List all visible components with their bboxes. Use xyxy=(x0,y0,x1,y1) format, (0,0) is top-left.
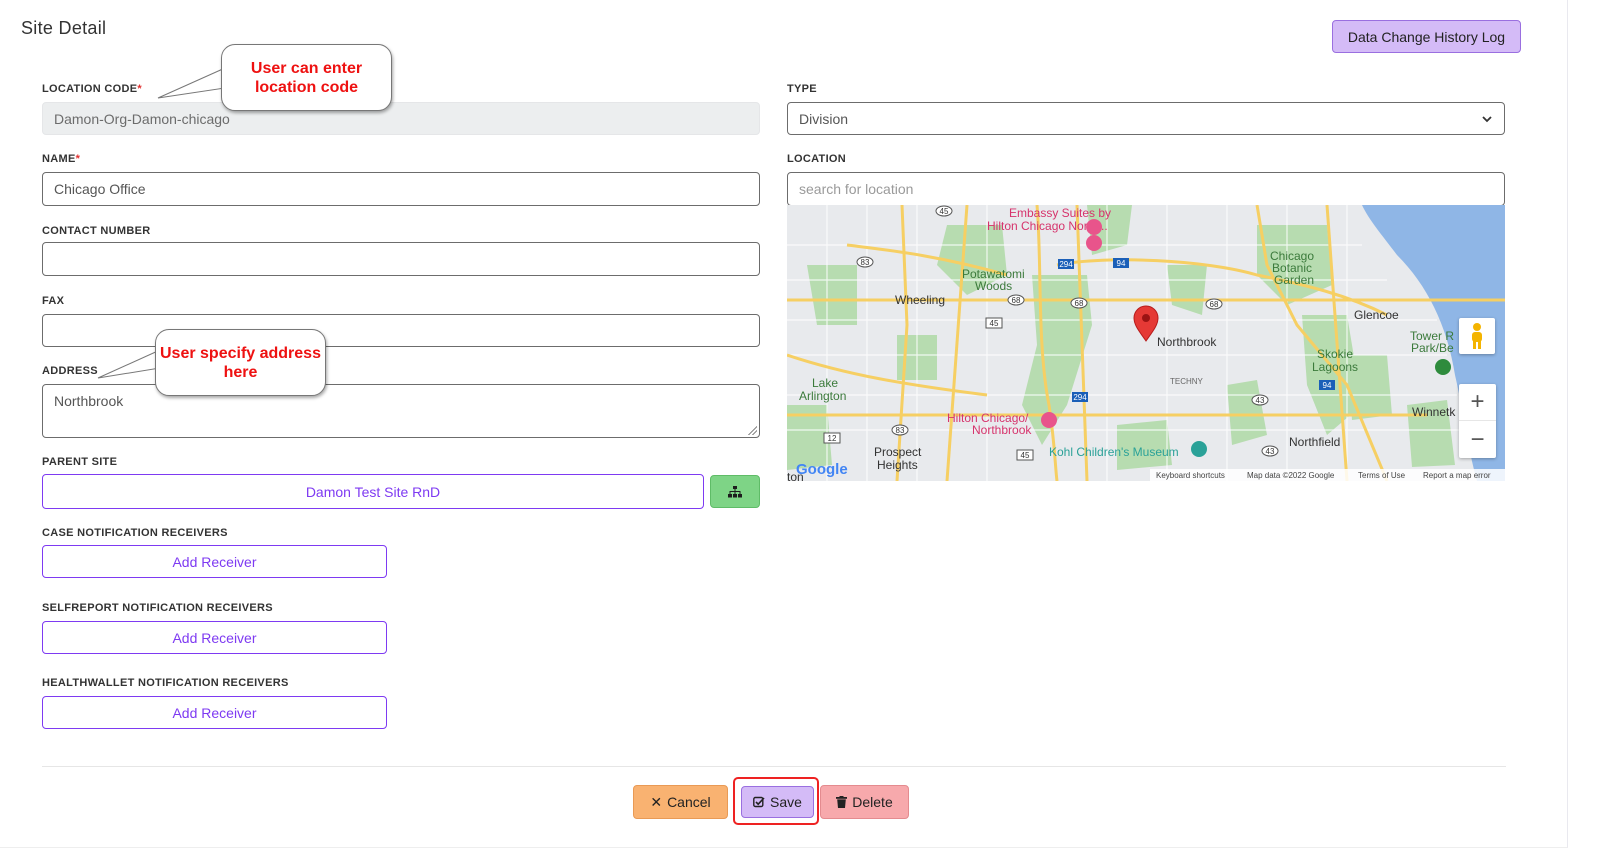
delete-label: Delete xyxy=(852,794,893,810)
map-pin-icon[interactable] xyxy=(1133,305,1159,342)
location-code-callout: User can enter location code xyxy=(221,44,392,111)
map-label: Heights xyxy=(877,458,918,472)
zoom-control: + − xyxy=(1459,384,1496,458)
name-label-text: NAME xyxy=(42,153,76,165)
healthwallet-receivers-label: HEALTHWALLET NOTIFICATION RECEIVERS xyxy=(42,677,289,689)
route-shield: 43 xyxy=(1256,396,1265,405)
type-selected-value: Division xyxy=(799,110,849,127)
x-icon: ✕ xyxy=(650,793,663,810)
map-label: Kohl Children's Museum xyxy=(1049,445,1179,459)
page-title: Site Detail xyxy=(21,18,107,38)
name-value: Chicago Office xyxy=(54,181,146,197)
route-shield: 68 xyxy=(1075,299,1084,308)
terms-of-use-link[interactable]: Terms of Use xyxy=(1358,471,1406,480)
check-square-icon xyxy=(753,796,765,808)
contact-number-label: CONTACT NUMBER xyxy=(42,225,151,237)
google-logo: Google xyxy=(796,461,848,478)
parent-site-tree-button[interactable] xyxy=(710,475,760,508)
cancel-label: Cancel xyxy=(667,794,711,810)
selfreport-add-receiver-button[interactable]: Add Receiver xyxy=(42,621,387,654)
museum-pin-icon xyxy=(1191,441,1207,457)
report-map-error-link[interactable]: Report a map error xyxy=(1423,471,1491,480)
route-shield: 43 xyxy=(1266,447,1275,456)
type-label: TYPE xyxy=(787,83,817,95)
map-label: Lagoons xyxy=(1312,360,1358,374)
map-label: Arlington xyxy=(799,389,846,403)
park-pin-icon xyxy=(1435,359,1451,375)
address-textarea[interactable]: Northbrook xyxy=(42,384,760,438)
resize-handle-icon[interactable] xyxy=(748,426,757,435)
selfreport-receivers-label: SELFREPORT NOTIFICATION RECEIVERS xyxy=(42,602,273,614)
street-view-button[interactable] xyxy=(1459,318,1495,354)
route-shield: 68 xyxy=(1012,296,1021,305)
map-label: Prospect xyxy=(874,445,922,459)
name-field[interactable]: Chicago Office xyxy=(42,172,760,206)
map-label: Park/Be xyxy=(1411,341,1454,355)
location-search-input[interactable]: search for location xyxy=(787,172,1505,206)
map-label: Lake xyxy=(812,376,838,390)
required-mark: * xyxy=(137,83,142,95)
parent-site-button[interactable]: Damon Test Site RnD xyxy=(42,474,704,509)
footer-divider xyxy=(42,766,1506,767)
route-shield: 94 xyxy=(1117,259,1126,268)
required-mark: * xyxy=(75,153,81,165)
map-canvas: 45 83 294 94 68 68 68 45 294 43 94 12 83… xyxy=(787,205,1505,481)
address-value: Northbrook xyxy=(54,393,124,409)
fax-label: FAX xyxy=(42,295,65,307)
location-code-label-text: LOCATION CODE xyxy=(42,83,138,95)
save-label: Save xyxy=(770,794,802,810)
hotel-pin-icon xyxy=(1041,412,1057,428)
map-label: Winnetk xyxy=(1412,405,1456,419)
name-label: NAME* xyxy=(42,153,80,165)
location-map[interactable]: 45 83 294 94 68 68 68 45 294 43 94 12 83… xyxy=(787,205,1505,481)
map-label: Northbrook xyxy=(972,423,1032,437)
map-label: Garden xyxy=(1274,273,1314,287)
route-shield: 45 xyxy=(940,207,949,216)
save-button[interactable]: Save xyxy=(741,786,814,818)
location-code-label: LOCATION CODE* xyxy=(42,83,142,95)
parent-site-label: PARENT SITE xyxy=(42,456,118,468)
address-callout: User specify address here xyxy=(155,329,326,396)
route-shield: 294 xyxy=(1059,260,1073,269)
zoom-in-button[interactable]: + xyxy=(1459,384,1496,421)
trash-icon xyxy=(836,796,848,808)
contact-number-field[interactable] xyxy=(42,242,760,276)
route-shield: 45 xyxy=(990,319,999,328)
map-label: Northbrook xyxy=(1157,335,1217,349)
location-placeholder: search for location xyxy=(799,181,914,197)
map-label: TECHNY xyxy=(1170,377,1204,386)
route-shield: 94 xyxy=(1323,381,1332,390)
route-shield: 45 xyxy=(1021,451,1030,460)
case-receivers-label: CASE NOTIFICATION RECEIVERS xyxy=(42,527,228,539)
pegman-icon xyxy=(1472,323,1482,349)
data-change-history-log-button[interactable]: Data Change History Log xyxy=(1332,20,1521,53)
map-label: Wheeling xyxy=(895,293,945,307)
type-select[interactable]: Division xyxy=(787,102,1505,135)
map-label: Glencoe xyxy=(1354,308,1399,322)
location-code-field[interactable]: Damon-Org-Damon-chicago xyxy=(42,102,760,135)
map-label: Skokie xyxy=(1317,347,1353,361)
route-shield: 68 xyxy=(1210,300,1219,309)
chevron-down-icon xyxy=(1482,116,1492,123)
map-label: Embassy Suites by xyxy=(1009,206,1111,220)
map-label: Northfield xyxy=(1289,435,1340,449)
route-shield: 83 xyxy=(896,426,905,435)
site-detail-card: Site Detail Data Change History Log LOCA… xyxy=(0,0,1568,848)
map-data-text: Map data ©2022 Google xyxy=(1247,471,1335,480)
location-code-value: Damon-Org-Damon-chicago xyxy=(54,110,230,127)
zoom-out-button[interactable]: − xyxy=(1459,421,1496,458)
map-label: Woods xyxy=(975,279,1012,293)
sitemap-icon xyxy=(728,485,742,497)
route-shield: 294 xyxy=(1073,393,1087,402)
cancel-button[interactable]: ✕ Cancel xyxy=(633,785,728,819)
healthwallet-add-receiver-button[interactable]: Add Receiver xyxy=(42,696,387,729)
location-label: LOCATION xyxy=(787,153,847,165)
keyboard-shortcuts-link[interactable]: Keyboard shortcuts xyxy=(1156,471,1225,480)
route-shield: 12 xyxy=(828,434,837,443)
case-add-receiver-button[interactable]: Add Receiver xyxy=(42,545,387,578)
delete-button[interactable]: Delete xyxy=(820,785,909,819)
route-shield: 83 xyxy=(861,258,870,267)
